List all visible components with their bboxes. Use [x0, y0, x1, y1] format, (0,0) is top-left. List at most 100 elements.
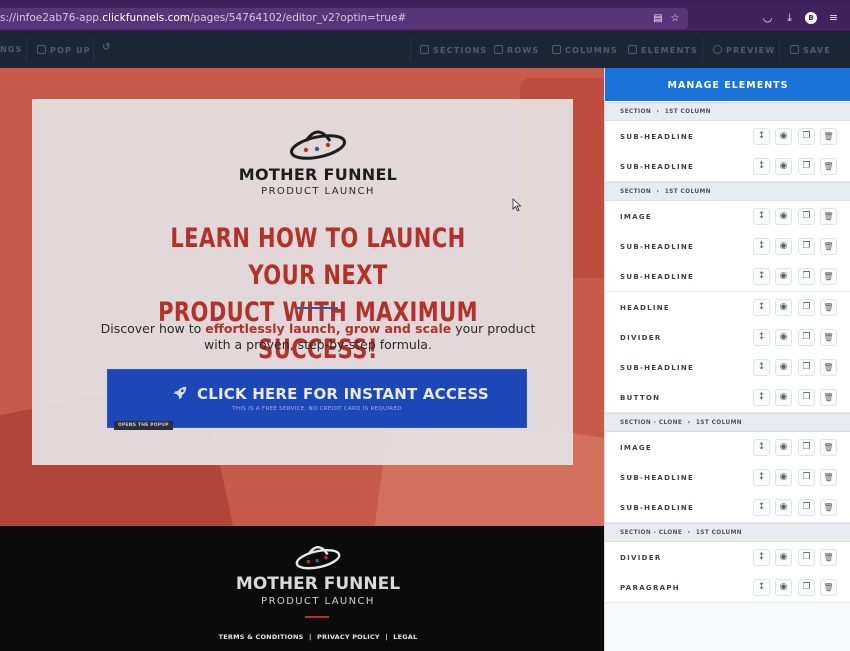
- trash-icon[interactable]: 🗑: [820, 207, 837, 225]
- chevron-right-icon: ›: [654, 109, 662, 115]
- eye-icon[interactable]: ◉: [775, 237, 792, 255]
- trash-icon[interactable]: 🗑: [820, 548, 837, 566]
- copy-icon[interactable]: ❐: [798, 268, 815, 286]
- legal-link[interactable]: LEGAL: [393, 633, 417, 641]
- eye-icon[interactable]: ◉: [775, 328, 792, 346]
- eye-icon[interactable]: ◉: [775, 359, 792, 377]
- undo-icon[interactable]: ↺: [102, 42, 112, 53]
- element-row[interactable]: DIVIDER ↕ ◉ ❐ 🗑: [605, 321, 850, 353]
- move-icon[interactable]: ↕: [753, 389, 770, 407]
- popup-button[interactable]: POP UP: [37, 45, 91, 55]
- eye-icon[interactable]: ◉: [775, 158, 792, 176]
- trash-icon[interactable]: 🗑: [820, 268, 837, 286]
- save-label: SAVE: [803, 46, 831, 55]
- move-icon[interactable]: ↕: [753, 128, 770, 145]
- move-icon[interactable]: ↕: [753, 359, 770, 377]
- move-icon[interactable]: ↕: [753, 469, 770, 486]
- eye-icon[interactable]: ◉: [775, 207, 792, 225]
- copy-icon[interactable]: ❐: [798, 359, 815, 377]
- eye-icon[interactable]: ◉: [775, 499, 792, 517]
- copy-icon[interactable]: ❐: [798, 578, 815, 596]
- element-row[interactable]: SUB-HEADLINE ↕ ◉ ❐ 🗑: [605, 352, 850, 384]
- element-row[interactable]: SUB-HEADLINE ↕ ◉ ❐ 🗑: [605, 462, 850, 493]
- rows-button[interactable]: ROWS: [494, 45, 539, 55]
- trash-icon[interactable]: 🗑: [820, 359, 837, 377]
- reader-view-icon[interactable]: ▤: [652, 13, 664, 25]
- element-row[interactable]: SUB-HEADLINE ↕ ◉ ❐ 🗑: [605, 261, 850, 293]
- trash-icon[interactable]: 🗑: [820, 158, 837, 176]
- url-field[interactable]: s://infoe2ab76-app.clickfunnels.com/page…: [0, 8, 688, 29]
- account-icon[interactable]: B: [805, 12, 817, 24]
- move-icon[interactable]: ↕: [753, 158, 770, 176]
- trash-icon[interactable]: 🗑: [820, 128, 837, 145]
- bookmark-star-icon[interactable]: ☆: [669, 13, 681, 25]
- trash-icon[interactable]: 🗑: [820, 237, 837, 255]
- eye-icon[interactable]: ◉: [775, 548, 792, 566]
- trash-icon[interactable]: 🗑: [820, 328, 837, 346]
- settings-button[interactable]: NGS: [0, 45, 23, 54]
- trash-icon[interactable]: 🗑: [820, 578, 837, 596]
- move-icon[interactable]: ↕: [753, 298, 770, 316]
- move-icon[interactable]: ↕: [753, 499, 770, 517]
- privacy-link[interactable]: PRIVACY POLICY: [317, 633, 380, 641]
- save-button[interactable]: SAVE: [790, 45, 831, 55]
- element-row[interactable]: HEADLINE ↕ ◉ ❐ 🗑: [605, 291, 850, 323]
- cta-button[interactable]: CLICK HERE FOR INSTANT ACCESS THIS IS A …: [107, 369, 527, 428]
- element-row[interactable]: SUB-HEADLINE ↕ ◉ ❐ 🗑: [605, 151, 850, 183]
- eye-icon[interactable]: ◉: [775, 268, 792, 286]
- element-row[interactable]: BUTTON ↕ ◉ ❐ 🗑: [605, 382, 850, 414]
- trash-icon[interactable]: 🗑: [820, 469, 837, 486]
- pocket-icon[interactable]: ◡: [761, 11, 774, 24]
- brand-subtitle: PRODUCT LAUNCH: [261, 186, 375, 197]
- eye-icon[interactable]: ◉: [775, 298, 792, 316]
- copy-icon[interactable]: ❐: [798, 389, 815, 407]
- eye-icon[interactable]: ◉: [775, 578, 792, 596]
- terms-link[interactable]: TERMS & CONDITIONS: [219, 633, 304, 641]
- sub-headline-paragraph[interactable]: Discover how to effortlessly launch, gro…: [100, 321, 536, 353]
- eye-icon[interactable]: ◉: [775, 438, 792, 456]
- move-icon[interactable]: ↕: [753, 328, 770, 346]
- eye-icon[interactable]: ◉: [775, 389, 792, 407]
- element-row[interactable]: DIVIDER ↕ ◉ ❐ 🗑: [605, 541, 850, 573]
- trash-icon[interactable]: 🗑: [820, 389, 837, 407]
- sections-button[interactable]: SECTIONS: [420, 45, 487, 55]
- move-icon[interactable]: ↕: [753, 207, 770, 225]
- move-icon[interactable]: ↕: [753, 237, 770, 255]
- copy-icon[interactable]: ❐: [798, 237, 815, 255]
- trash-icon[interactable]: 🗑: [820, 499, 837, 517]
- move-icon[interactable]: ↕: [753, 548, 770, 566]
- headline-divider[interactable]: [296, 307, 338, 309]
- trash-icon[interactable]: 🗑: [820, 438, 837, 456]
- element-row[interactable]: IMAGE ↕ ◉ ❐ 🗑: [605, 431, 850, 463]
- copy-icon[interactable]: ❐: [798, 499, 815, 517]
- move-icon[interactable]: ↕: [753, 438, 770, 456]
- element-row[interactable]: SUB-HEADLINE ↕ ◉ ❐ 🗑: [605, 121, 850, 152]
- element-row[interactable]: PARAGRAPH ↕ ◉ ❐ 🗑: [605, 571, 850, 603]
- toolbar-divider: [779, 38, 780, 62]
- copy-icon[interactable]: ❐: [798, 328, 815, 346]
- eye-icon[interactable]: ◉: [775, 469, 792, 486]
- eye-icon[interactable]: ◉: [775, 128, 792, 145]
- preview-button[interactable]: PREVIEW: [713, 45, 775, 55]
- element-row-label: SUB-HEADLINE: [620, 133, 695, 141]
- element-row[interactable]: IMAGE ↕ ◉ ❐ 🗑: [605, 200, 850, 232]
- trash-icon[interactable]: 🗑: [820, 298, 837, 316]
- manage-elements-panel: MANAGE ELEMENTS SECTION › 1ST COLUMN SUB-…: [604, 68, 850, 651]
- move-icon[interactable]: ↕: [753, 268, 770, 286]
- copy-icon[interactable]: ❐: [798, 438, 815, 456]
- copy-icon[interactable]: ❐: [798, 469, 815, 486]
- columns-button[interactable]: COLUMNS: [552, 45, 618, 55]
- element-row[interactable]: SUB-HEADLINE ↕ ◉ ❐ 🗑: [605, 492, 850, 524]
- footer-ufo-logo-icon[interactable]: [294, 541, 342, 571]
- download-icon[interactable]: ⤓: [783, 11, 796, 24]
- menu-icon[interactable]: ≡: [827, 11, 840, 24]
- copy-icon[interactable]: ❐: [798, 548, 815, 566]
- copy-icon[interactable]: ❐: [798, 128, 815, 145]
- move-icon[interactable]: ↕: [753, 578, 770, 596]
- copy-icon[interactable]: ❐: [798, 298, 815, 316]
- ufo-logo-icon[interactable]: [288, 125, 348, 161]
- copy-icon[interactable]: ❐: [798, 207, 815, 225]
- element-row[interactable]: SUB-HEADLINE ↕ ◉ ❐ 🗑: [605, 230, 850, 262]
- elements-button[interactable]: ELEMENTS: [628, 45, 698, 55]
- copy-icon[interactable]: ❐: [798, 158, 815, 176]
